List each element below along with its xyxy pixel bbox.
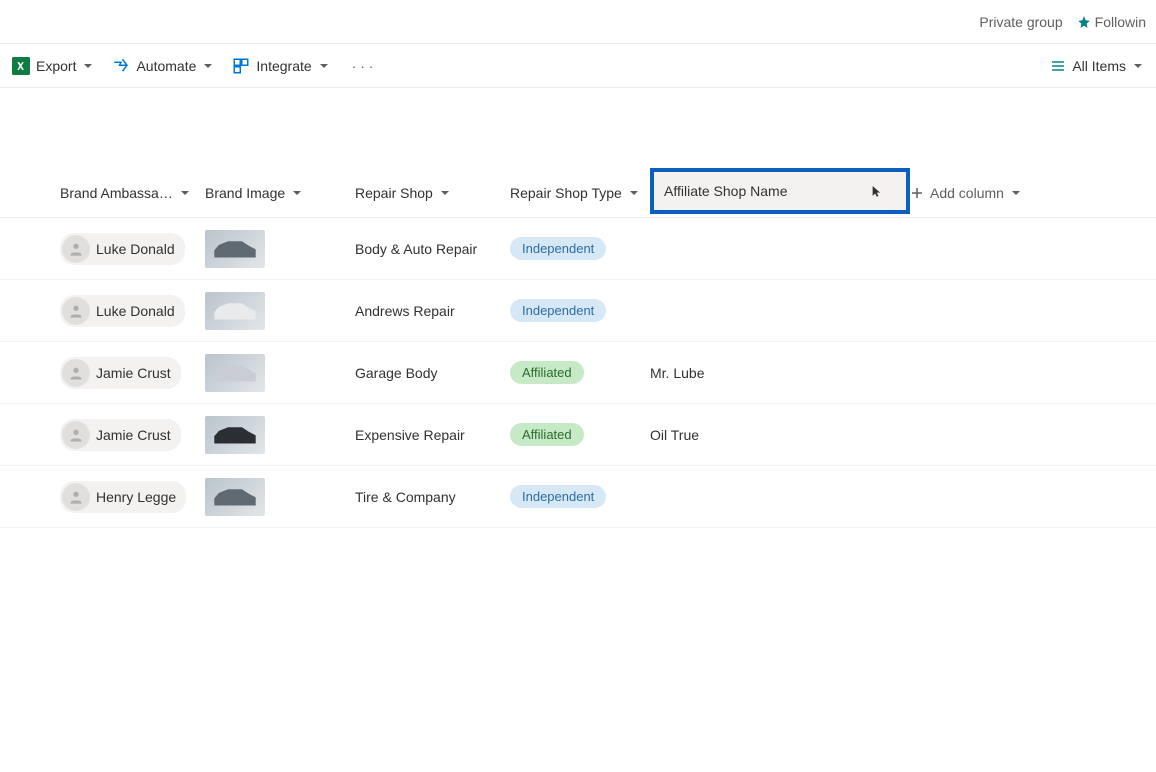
table-row[interactable]: Jamie Crust Garage Body Affiliated Mr. L… <box>0 342 1156 404</box>
person-name: Henry Legge <box>96 489 176 505</box>
table-row[interactable]: Jamie Crust Expensive Repair Affiliated … <box>0 404 1156 466</box>
excel-icon <box>12 57 30 75</box>
affiliate-cell: Oil True <box>650 427 699 443</box>
export-button[interactable]: Export <box>12 57 94 75</box>
chevron-down-icon <box>628 187 640 199</box>
list-area: Brand Ambassa… Brand Image Repair Shop R… <box>0 88 1156 528</box>
command-bar: Export Automate Integrate · · · All Item… <box>0 44 1156 88</box>
column-header-image[interactable]: Brand Image <box>205 185 355 201</box>
column-header-label: Brand Image <box>205 185 285 201</box>
star-icon <box>1077 15 1091 29</box>
plus-icon <box>910 186 924 200</box>
person-chip[interactable]: Luke Donald <box>60 233 185 265</box>
column-header-ambassador[interactable]: Brand Ambassa… <box>60 185 205 201</box>
chevron-down-icon <box>439 187 451 199</box>
person-chip[interactable]: Jamie Crust <box>60 419 181 451</box>
private-group-label: Private group <box>979 14 1062 30</box>
repair-shop-cell: Garage Body <box>355 365 438 381</box>
repair-shop-cell: Expensive Repair <box>355 427 465 443</box>
person-name: Jamie Crust <box>96 365 171 381</box>
column-header-repair-shop[interactable]: Repair Shop <box>355 185 510 201</box>
brand-image-thumb[interactable] <box>205 416 265 454</box>
type-pill: Independent <box>510 237 606 260</box>
chevron-down-icon <box>202 60 214 72</box>
integrate-icon <box>232 57 250 75</box>
automate-button[interactable]: Automate <box>112 57 214 75</box>
brand-image-thumb[interactable] <box>205 478 265 516</box>
view-selector-label: All Items <box>1072 58 1126 74</box>
repair-shop-cell: Andrews Repair <box>355 303 455 319</box>
list-view-icon <box>1050 58 1066 74</box>
repair-shop-cell: Tire & Company <box>355 489 456 505</box>
chevron-down-icon <box>82 60 94 72</box>
avatar <box>62 483 90 511</box>
more-button[interactable]: · · · <box>348 58 378 74</box>
column-header-label: Brand Ambassa… <box>60 185 173 201</box>
chevron-down-icon <box>179 187 191 199</box>
integrate-label: Integrate <box>256 58 311 74</box>
brand-image-thumb[interactable] <box>205 354 265 392</box>
chevron-down-icon <box>291 187 303 199</box>
avatar <box>62 421 90 449</box>
affiliate-cell: Mr. Lube <box>650 365 704 381</box>
column-header-affiliate-editing[interactable] <box>650 168 910 214</box>
cursor-icon <box>871 184 884 198</box>
type-pill: Affiliated <box>510 361 584 384</box>
integrate-button[interactable]: Integrate <box>232 57 329 75</box>
table-row[interactable]: Luke Donald Body & Auto Repair Independe… <box>0 218 1156 280</box>
person-chip[interactable]: Henry Legge <box>60 481 186 513</box>
type-pill: Independent <box>510 485 606 508</box>
type-pill: Independent <box>510 299 606 322</box>
column-header-repair-type[interactable]: Repair Shop Type <box>510 185 650 201</box>
avatar <box>62 235 90 263</box>
column-header-label: Repair Shop <box>355 185 433 201</box>
person-chip[interactable]: Jamie Crust <box>60 357 181 389</box>
automate-icon <box>112 57 130 75</box>
person-name: Luke Donald <box>96 241 175 257</box>
column-header-label: Repair Shop Type <box>510 185 622 201</box>
chevron-down-icon <box>1010 187 1022 199</box>
avatar <box>62 297 90 325</box>
follow-label: Followin <box>1095 14 1146 30</box>
add-column-label: Add column <box>930 185 1004 201</box>
person-name: Luke Donald <box>96 303 175 319</box>
avatar <box>62 359 90 387</box>
repair-shop-cell: Body & Auto Repair <box>355 241 477 257</box>
view-selector[interactable]: All Items <box>1050 58 1144 74</box>
type-pill: Affiliated <box>510 423 584 446</box>
follow-button[interactable]: Followin <box>1077 14 1146 30</box>
column-name-input[interactable] <box>664 183 883 199</box>
add-column-button[interactable]: Add column <box>910 185 1070 201</box>
table-row[interactable]: Henry Legge Tire & Company Independent <box>0 466 1156 528</box>
column-header-row: Brand Ambassa… Brand Image Repair Shop R… <box>0 168 1156 218</box>
table-row[interactable]: Luke Donald Andrews Repair Independent <box>0 280 1156 342</box>
brand-image-thumb[interactable] <box>205 292 265 330</box>
chevron-down-icon <box>318 60 330 72</box>
export-label: Export <box>36 58 76 74</box>
automate-label: Automate <box>136 58 196 74</box>
brand-image-thumb[interactable] <box>205 230 265 268</box>
person-name: Jamie Crust <box>96 427 171 443</box>
person-chip[interactable]: Luke Donald <box>60 295 185 327</box>
top-bar: Private group Followin <box>0 0 1156 44</box>
chevron-down-icon <box>1132 60 1144 72</box>
